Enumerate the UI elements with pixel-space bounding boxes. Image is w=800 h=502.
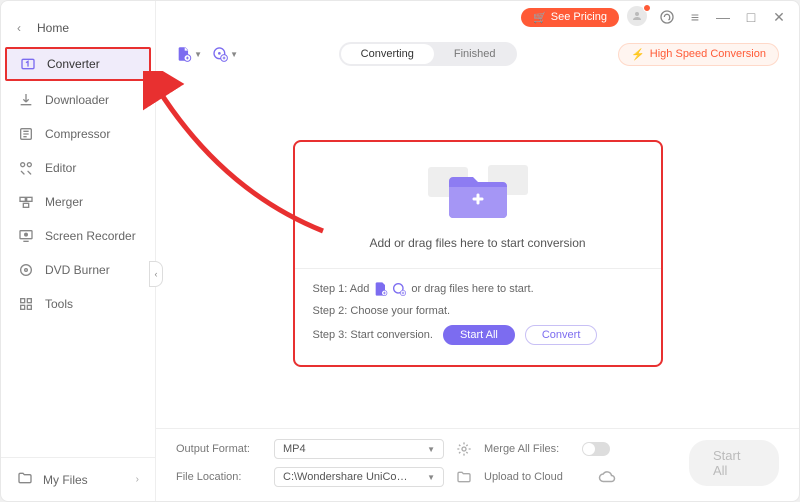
chevron-down-icon: ▼ <box>194 50 202 59</box>
menu-button[interactable]: ≡ <box>685 7 705 27</box>
screen-recorder-icon <box>17 227 35 245</box>
file-plus-icon <box>373 281 389 297</box>
sidebar-item-label: Editor <box>45 161 76 175</box>
account-button[interactable] <box>627 6 649 28</box>
compressor-icon <box>17 125 35 143</box>
converter-icon <box>19 55 37 73</box>
step3-prefix: Step 3: Start conversion. <box>313 329 433 341</box>
high-speed-conversion-button[interactable]: ⚡ High Speed Conversion <box>618 43 779 66</box>
folder-plus-icon <box>433 162 523 222</box>
dropzone-message: Add or drag files here to start conversi… <box>295 236 661 250</box>
output-format-label: Output Format: <box>176 443 266 455</box>
step1-suffix: or drag files here to start. <box>411 283 533 295</box>
chevron-down-icon: ▼ <box>427 473 435 482</box>
lightning-icon: ⚡ <box>631 48 645 61</box>
step-1: Step 1: Add or drag files here to start. <box>313 281 643 297</box>
upload-cloud-label: Upload to Cloud <box>484 471 574 483</box>
home-back[interactable]: ‹ Home <box>1 11 155 45</box>
maximize-button[interactable]: □ <box>741 7 761 27</box>
tools-icon <box>17 295 35 313</box>
add-file-button[interactable]: ▼ <box>176 41 202 67</box>
step1-prefix: Step 1: Add <box>313 283 370 295</box>
add-disc-button[interactable]: ▼ <box>212 41 238 67</box>
start-all-button[interactable]: Start All <box>443 325 515 345</box>
footer: Output Format: MP4 ▼ Merge All Files: St… <box>156 428 799 501</box>
sidebar-item-dvd-burner[interactable]: DVD Burner <box>1 253 155 287</box>
sidebar-item-merger[interactable]: Merger <box>1 185 155 219</box>
dvd-burner-icon <box>17 261 35 279</box>
sidebar-item-label: Tools <box>45 297 73 311</box>
convert-button[interactable]: Convert <box>525 325 598 345</box>
downloader-icon <box>17 91 35 109</box>
cart-icon: 🛒 <box>533 11 547 24</box>
folder-icon <box>17 470 33 489</box>
output-format-select[interactable]: MP4 ▼ <box>274 439 444 459</box>
sidebar: ‹ Home Converter Downloader Compressor E… <box>1 1 156 501</box>
editor-icon <box>17 159 35 177</box>
home-label: Home <box>37 21 69 35</box>
dropzone[interactable]: Add or drag files here to start conversi… <box>293 140 663 367</box>
sidebar-item-downloader[interactable]: Downloader <box>1 83 155 117</box>
step-2: Step 2: Choose your format. <box>313 305 643 317</box>
output-format-value: MP4 <box>283 443 306 455</box>
step-3: Step 3: Start conversion. Start All Conv… <box>313 325 643 345</box>
high-speed-label: High Speed Conversion <box>650 48 766 60</box>
notification-dot-icon <box>643 4 651 12</box>
merge-toggle[interactable] <box>582 442 610 456</box>
chevron-left-icon: ‹ <box>17 21 21 35</box>
titlebar: 🛒 See Pricing ≡ — □ ✕ <box>156 1 799 33</box>
chevron-down-icon: ▼ <box>427 445 435 454</box>
chevron-right-icon: › <box>136 474 139 485</box>
sidebar-item-label: Merger <box>45 195 83 209</box>
sidebar-item-converter[interactable]: Converter <box>5 47 151 81</box>
close-button[interactable]: ✕ <box>769 7 789 27</box>
my-files-label: My Files <box>43 473 88 487</box>
sidebar-item-compressor[interactable]: Compressor <box>1 117 155 151</box>
sidebar-item-label: Screen Recorder <box>45 229 136 243</box>
sidebar-item-tools[interactable]: Tools <box>1 287 155 321</box>
sidebar-item-label: DVD Burner <box>45 263 110 277</box>
merge-label: Merge All Files: <box>484 443 574 455</box>
cloud-upload-button[interactable] <box>582 468 632 486</box>
pricing-label: See Pricing <box>551 11 607 23</box>
sidebar-item-editor[interactable]: Editor <box>1 151 155 185</box>
sidebar-item-label: Compressor <box>45 127 110 141</box>
file-location-select[interactable]: C:\Wondershare UniConverter ▼ <box>274 467 444 487</box>
format-settings-button[interactable] <box>452 441 476 457</box>
minimize-button[interactable]: — <box>713 7 733 27</box>
tab-converting[interactable]: Converting <box>341 44 434 64</box>
start-all-main-button[interactable]: Start All <box>689 440 779 486</box>
status-tabs: Converting Finished <box>339 42 518 66</box>
merger-icon <box>17 193 35 211</box>
sidebar-item-screen-recorder[interactable]: Screen Recorder <box>1 219 155 253</box>
sidebar-collapse-handle[interactable]: ‹ <box>149 261 163 287</box>
see-pricing-button[interactable]: 🛒 See Pricing <box>521 8 619 27</box>
main-panel: 🛒 See Pricing ≡ — □ ✕ ▼ ▼ Convert <box>156 1 799 501</box>
disc-plus-icon <box>391 281 407 297</box>
toolbar: ▼ ▼ Converting Finished ⚡ High Speed Con… <box>156 33 799 79</box>
open-folder-button[interactable] <box>452 469 476 485</box>
sidebar-item-label: Downloader <box>45 93 109 107</box>
file-location-label: File Location: <box>176 471 266 483</box>
tab-finished[interactable]: Finished <box>434 44 516 64</box>
support-button[interactable] <box>657 7 677 27</box>
file-location-value: C:\Wondershare UniConverter <box>283 471 413 483</box>
my-files-button[interactable]: My Files › <box>1 457 155 501</box>
chevron-down-icon: ▼ <box>230 50 238 59</box>
sidebar-item-label: Converter <box>47 57 100 71</box>
